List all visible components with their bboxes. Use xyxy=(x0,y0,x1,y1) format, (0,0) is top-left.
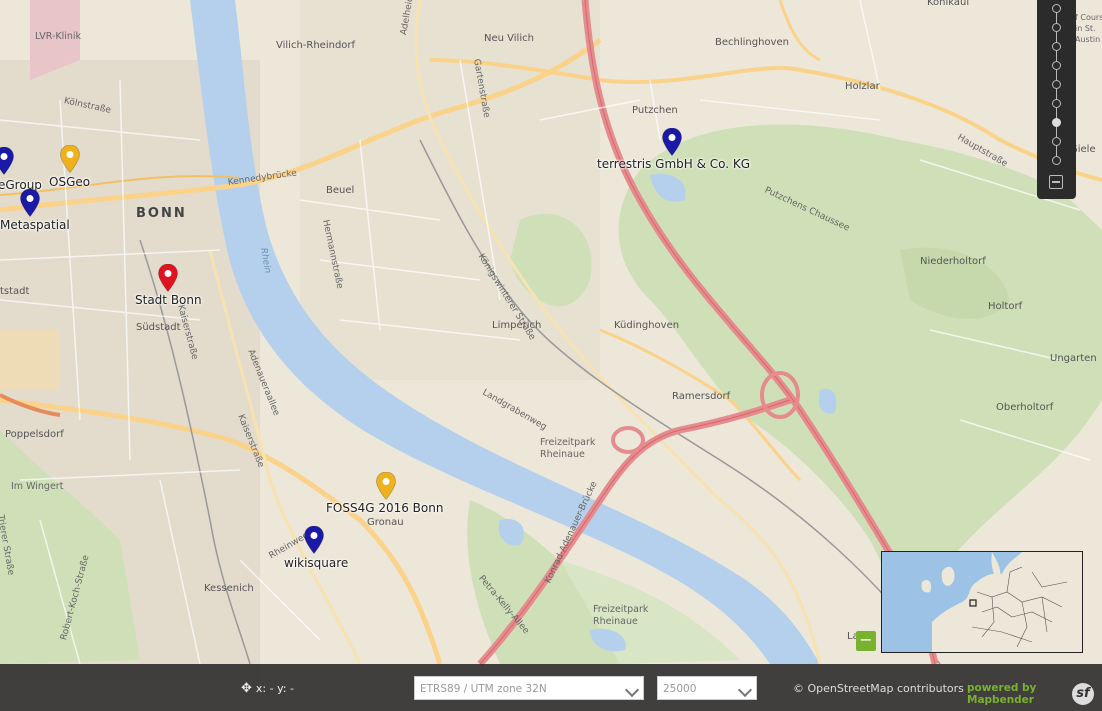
marker-wikisquare[interactable] xyxy=(304,526,324,554)
place-oberholtorf: Oberholtorf xyxy=(996,402,1054,413)
zoom-out-button[interactable] xyxy=(1049,175,1063,189)
marker-terrestris[interactable] xyxy=(662,128,682,156)
place-poppelsdorf: Poppelsdorf xyxy=(5,429,64,440)
place-beuel: Beuel xyxy=(326,185,355,196)
marker-label-osgeo: OSGeo xyxy=(49,175,91,189)
place-ungarten: Ungarten xyxy=(1050,353,1097,364)
map-pin-icon xyxy=(662,128,682,156)
place-im-wingert: Im Wingert xyxy=(11,481,64,492)
map-pin-icon xyxy=(20,189,40,217)
crosshair-icon: ✥ xyxy=(241,681,252,696)
place-kessenich: Kessenich xyxy=(204,583,254,594)
place-lvr-klinik: LVR-Klinik xyxy=(35,31,82,42)
place-ramersdorf: Ramersdorf xyxy=(672,391,731,402)
marker-metaspatial[interactable] xyxy=(20,189,40,217)
marker-label-terrestris: terrestris GmbH & Co. KG xyxy=(597,157,751,171)
place-gronau: Gronau xyxy=(367,517,404,528)
crs-select[interactable]: ETRS89 / UTM zone 32N xyxy=(414,676,644,700)
chevron-down-icon xyxy=(737,682,753,698)
map-pin-icon xyxy=(376,472,396,500)
zoom-level-step[interactable] xyxy=(1052,61,1061,70)
zoom-level-step[interactable] xyxy=(1052,156,1061,165)
coordinates-display: ✥ x: - y: - xyxy=(241,681,294,696)
marker-label-foss4g: FOSS4G 2016 Bonn xyxy=(326,501,444,515)
map-pin-icon xyxy=(0,147,14,175)
overview-map[interactable] xyxy=(881,551,1083,653)
marker-egroup[interactable] xyxy=(0,147,14,175)
place-bechlinghoven: Bechlinghoven xyxy=(715,37,789,48)
zoom-level-step[interactable] xyxy=(1052,4,1061,13)
overview-toggle-button[interactable]: − xyxy=(856,631,876,651)
zoom-level-step[interactable] xyxy=(1052,23,1061,32)
zoom-level-step[interactable] xyxy=(1052,42,1061,51)
map-pin-icon xyxy=(158,264,178,292)
map-pin-icon xyxy=(304,526,324,554)
symfony-logo-icon: sf xyxy=(1072,683,1094,705)
place-holtorf: Holtorf xyxy=(988,301,1023,312)
chevron-down-icon xyxy=(624,682,640,698)
zoom-level-step[interactable] xyxy=(1052,80,1061,89)
place-bonn: BONN xyxy=(136,206,187,221)
place-neu-vilich: Neu Vilich xyxy=(484,33,534,44)
crs-select-value: ETRS89 / UTM zone 32N xyxy=(420,683,547,695)
marker-osgeo[interactable] xyxy=(60,145,80,173)
coordinates-text: x: - y: - xyxy=(255,682,294,695)
marker-label-metaspatial: Metaspatial xyxy=(0,218,70,232)
marker-foss4g[interactable] xyxy=(376,472,396,500)
place-golf: f Course in St. Austin xyxy=(1075,13,1102,44)
place-niederholtorf: Niederholtorf xyxy=(920,256,986,267)
zoom-slider-handle[interactable] xyxy=(1052,118,1061,127)
place-putzchen: Putzchen xyxy=(632,105,678,116)
place-suedstadt: Südstadt xyxy=(136,322,181,333)
place-stadt-left: tstadt xyxy=(0,286,30,297)
place-vilich-rheindorf: Vilich-Rheindorf xyxy=(276,40,356,51)
attribution: © OpenStreetMap contributors xyxy=(793,682,964,695)
place-kohlkaul: Kohlkaul xyxy=(927,0,970,8)
marker-label-wikisquare: wikisquare xyxy=(284,556,349,570)
map-pin-icon xyxy=(60,145,80,173)
overview-europe-shape xyxy=(882,552,1082,652)
place-kuedinghoven: Küdinghoven xyxy=(614,320,680,331)
place-freizeitpark-2: Freizeitpark Rheinaue xyxy=(593,604,649,627)
scale-select-value: 25000 xyxy=(663,683,697,695)
zoom-bar[interactable] xyxy=(1037,0,1076,199)
footer-toolbar: ✥ x: - y: - ETRS89 / UTM zone 32N 25000 ©… xyxy=(0,664,1102,711)
zoom-level-step[interactable] xyxy=(1052,137,1061,146)
place-freizeitpark-1: Freizeitpark Rheinaue xyxy=(540,437,596,460)
scale-select[interactable]: 25000 xyxy=(657,676,757,700)
place-holzlar: Holzlar xyxy=(845,81,880,92)
marker-label-stadt-bonn: Stadt Bonn xyxy=(135,293,202,307)
osm-attribution-link[interactable]: © OpenStreetMap contributors xyxy=(793,682,964,695)
zoom-level-step[interactable] xyxy=(1052,99,1061,108)
marker-stadt-bonn[interactable] xyxy=(158,264,178,292)
